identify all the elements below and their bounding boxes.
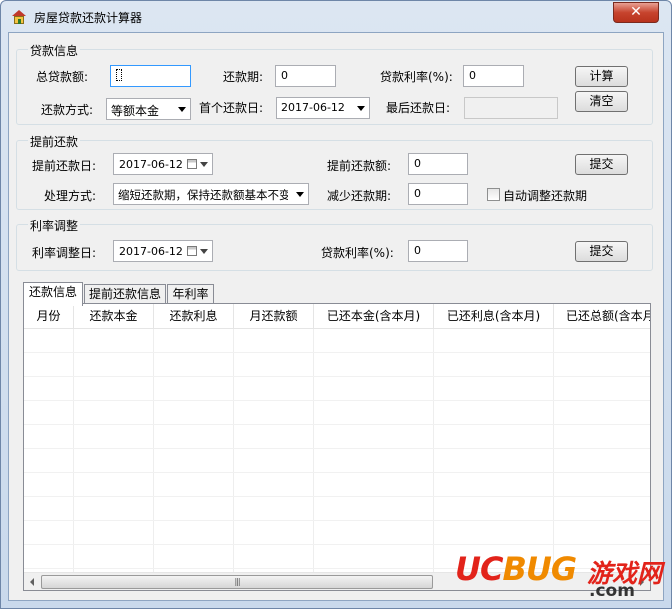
table-row — [24, 377, 650, 401]
scroll-left-icon[interactable] — [30, 578, 34, 586]
auto-adjust-label: 自动调整还款期 — [503, 189, 588, 203]
calendar-icon — [187, 159, 197, 169]
table-row — [24, 425, 650, 449]
chevron-down-icon — [296, 192, 304, 197]
chevron-down-icon — [200, 249, 208, 254]
watermark-brand: UCBUG — [455, 550, 577, 588]
loan-rate-label: 贷款利率(%): — [380, 70, 453, 84]
loan-rate-input[interactable]: 0 — [463, 65, 524, 87]
total-loan-input[interactable] — [110, 65, 191, 87]
rate-adjust-title: 利率调整 — [28, 217, 81, 234]
chevron-down-icon — [200, 162, 208, 167]
watermark-domain: .com — [589, 581, 635, 601]
column-header[interactable]: 还款利息 — [154, 304, 234, 329]
watermark-logo: UCBUG 游戏网 .com — [455, 550, 669, 605]
last-repay-date-label: 最后还款日: — [386, 101, 451, 115]
repay-table[interactable]: 月份 还款本金 还款利息 月还款额 已还本金(含本月) 已还利息(含本月) 已还… — [23, 303, 651, 591]
prepay-date-label: 提前还款日: — [32, 159, 97, 173]
window-title: 房屋贷款还款计算器 — [34, 11, 143, 25]
chevron-down-icon — [178, 107, 186, 112]
prepay-amount-input[interactable]: 0 — [408, 153, 468, 175]
calculate-button[interactable]: 计算 — [575, 66, 628, 87]
column-header[interactable]: 还款本金 — [74, 304, 154, 329]
rate-adjust-rate-input[interactable]: 0 — [408, 240, 468, 262]
repay-period-input[interactable]: 0 — [275, 65, 336, 87]
rate-adjust-date-picker[interactable]: 2017-06-12 — [113, 240, 213, 262]
prepay-mode-label: 处理方式: — [44, 189, 97, 203]
table-row — [24, 473, 650, 497]
prepay-submit-button[interactable]: 提交 — [575, 154, 628, 175]
house-icon — [11, 10, 27, 24]
reduce-period-input[interactable]: 0 — [408, 183, 468, 205]
tab-repay-info[interactable]: 还款信息 — [23, 282, 83, 306]
column-header[interactable]: 已还本金(含本月) — [314, 304, 434, 329]
title-bar[interactable]: 房屋贷款还款计算器 ✕ — [1, 1, 671, 33]
column-header[interactable]: 已还利息(含本月) — [434, 304, 554, 329]
tab-prepay-info[interactable]: 提前还款信息 — [84, 284, 166, 305]
column-header[interactable]: 月还款额 — [234, 304, 314, 329]
table-row — [24, 521, 650, 545]
rate-adjust-submit-button[interactable]: 提交 — [575, 241, 628, 262]
prepay-date-picker[interactable]: 2017-06-12 — [113, 153, 213, 175]
table-row — [24, 449, 650, 473]
loan-info-title: 贷款信息 — [28, 42, 81, 59]
table-row — [24, 497, 650, 521]
total-loan-label: 总贷款额: — [36, 70, 89, 84]
client-area: 贷款信息 总贷款额: 还款期: 0 贷款利率(%): 0 计算 还款方式: 等额… — [8, 32, 664, 601]
main-window: 房屋贷款还款计算器 ✕ 贷款信息 总贷款额: 还款期: 0 贷款利率(%): 0… — [0, 0, 672, 609]
column-header[interactable]: 已还总额(含本月) — [554, 304, 650, 329]
chevron-down-icon — [357, 106, 365, 111]
repay-method-label: 还款方式: — [41, 103, 94, 117]
auto-adjust-checkbox[interactable] — [487, 188, 500, 201]
repay-period-label: 还款期: — [223, 70, 264, 84]
tab-annual-rate[interactable]: 年利率 — [167, 284, 214, 305]
prepay-amount-label: 提前还款额: — [327, 159, 392, 173]
last-repay-date-field — [464, 97, 558, 119]
table-header: 月份 还款本金 还款利息 月还款额 已还本金(含本月) 已还利息(含本月) 已还… — [24, 304, 650, 329]
table-row — [24, 353, 650, 377]
rate-adjust-date-label: 利率调整日: — [32, 246, 97, 260]
reduce-period-label: 减少还款期: — [327, 189, 392, 203]
rate-adjust-rate-label: 贷款利率(%): — [321, 246, 394, 260]
table-row — [24, 329, 650, 353]
text-caret — [116, 69, 122, 81]
close-button[interactable]: ✕ — [613, 2, 659, 23]
prepay-mode-select[interactable]: 缩短还款期，保持还款额基本不变 — [113, 183, 309, 205]
first-repay-date-select[interactable]: 2017-06-12 — [276, 97, 370, 119]
scrollbar-thumb[interactable]: ||| — [41, 575, 433, 589]
prepay-title: 提前还款 — [28, 133, 81, 150]
table-row — [24, 401, 650, 425]
first-repay-date-label: 首个还款日: — [199, 101, 264, 115]
calendar-icon — [187, 246, 197, 256]
column-header[interactable]: 月份 — [24, 304, 74, 329]
clear-button[interactable]: 清空 — [575, 91, 628, 112]
repay-method-select[interactable]: 等额本金 — [106, 98, 191, 120]
